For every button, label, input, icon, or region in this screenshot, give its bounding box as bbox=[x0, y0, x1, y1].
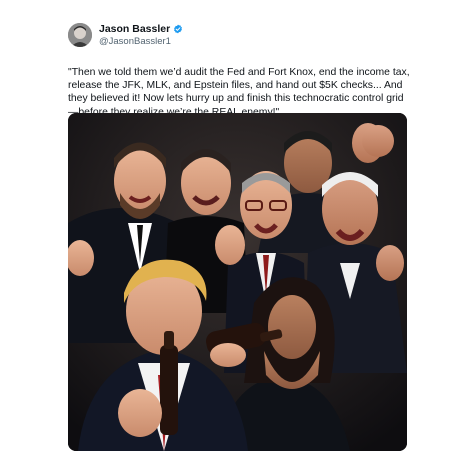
author-names: Jason Bassler @JasonBassler1 bbox=[99, 23, 183, 48]
avatar-image bbox=[68, 23, 92, 47]
author-name-row: Jason Bassler bbox=[99, 23, 183, 35]
tweet-photo[interactable] bbox=[68, 113, 407, 451]
tweet-text: "Then we told them we’d audit the Fed an… bbox=[68, 67, 410, 118]
verified-badge-icon bbox=[173, 24, 183, 34]
tweet-card[interactable]: Jason Bassler @JasonBassler1 "Then we to… bbox=[0, 0, 474, 474]
author-avatar[interactable] bbox=[68, 23, 92, 47]
author-name[interactable]: Jason Bassler bbox=[99, 23, 170, 35]
author-handle[interactable]: @JasonBassler1 bbox=[99, 36, 183, 48]
tweet-header: Jason Bassler @JasonBassler1 bbox=[68, 21, 183, 49]
photo-image bbox=[68, 113, 407, 451]
